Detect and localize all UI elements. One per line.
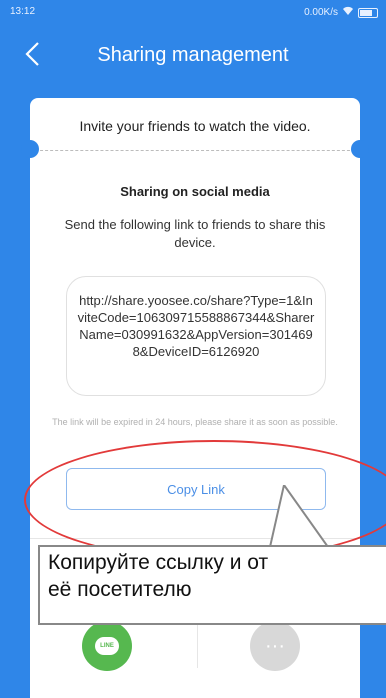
page-title: Sharing management	[97, 44, 289, 66]
card-notch-left	[21, 140, 39, 158]
share-description: Send the following link to friends to sh…	[64, 217, 326, 250]
share-link-text: http://share.yoosee.co/share?Type=1&Invi…	[77, 293, 315, 359]
battery-icon	[358, 7, 378, 18]
section-title: Sharing on social media	[120, 184, 270, 199]
more-icon: ···	[265, 634, 285, 657]
share-link-box: http://share.yoosee.co/share?Type=1&Invi…	[66, 276, 326, 396]
network-speed: 0.00K/s	[304, 7, 338, 18]
invite-text: Invite your friends to watch the video.	[79, 118, 311, 134]
wifi-icon	[342, 6, 354, 19]
status-bar: 13:12 0.00K/s	[0, 0, 386, 24]
line-share-button[interactable]: LINE	[82, 621, 132, 671]
expiry-note: The link will be expired in 24 hours, pl…	[52, 417, 338, 427]
status-time: 13:12	[10, 6, 36, 17]
status-icons: 0.00K/s	[304, 6, 378, 19]
annotation-callout-text: Копируйте ссылку и от её посетителю	[48, 551, 269, 601]
line-icon: LINE	[95, 637, 119, 655]
more-share-button[interactable]: ···	[250, 621, 300, 671]
dashed-divider	[30, 150, 360, 151]
nav-bar: Sharing management	[0, 28, 386, 80]
card-notch-right	[351, 140, 369, 158]
